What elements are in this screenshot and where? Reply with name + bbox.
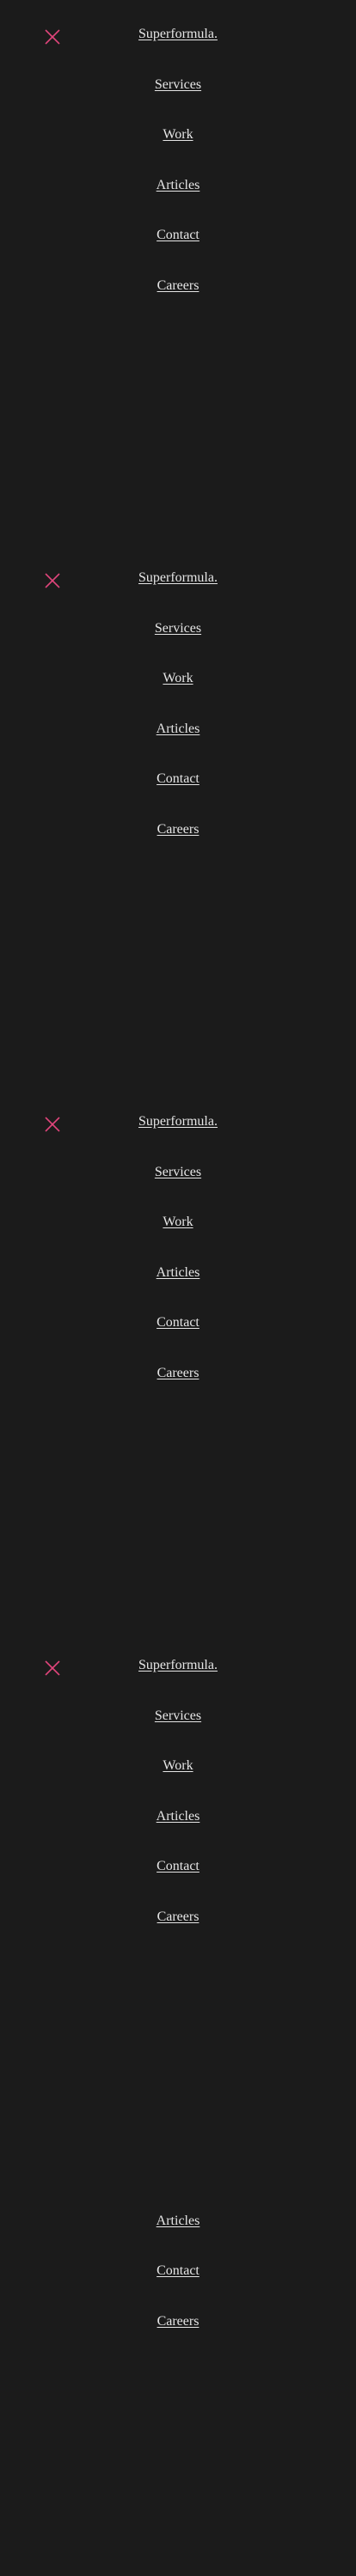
nav-link-work[interactable]: Work: [0, 126, 356, 143]
nav-link-contact[interactable]: Contact: [0, 1314, 356, 1331]
nav-link-work[interactable]: Work: [0, 670, 356, 687]
mobile-menu-panel: Superformula. Services Work Articles Con…: [0, 1631, 356, 2175]
nav-link-work[interactable]: Work: [0, 1757, 356, 1775]
nav-link-work[interactable]: Work: [0, 1214, 356, 1231]
nav-link-contact[interactable]: Contact: [0, 2262, 356, 2280]
nav-link-careers[interactable]: Careers: [0, 821, 356, 838]
nav-link-careers[interactable]: Careers: [0, 1909, 356, 1926]
nav-link-careers[interactable]: Careers: [0, 2313, 356, 2330]
nav-link-contact[interactable]: Contact: [0, 770, 356, 788]
nav-link-careers[interactable]: Careers: [0, 1365, 356, 1382]
brand-link[interactable]: Superformula.: [0, 26, 356, 43]
mobile-menu-panel: Superformula. Services Work Articles Con…: [0, 1087, 356, 1631]
nav-link-articles[interactable]: Articles: [0, 1808, 356, 1825]
nav-link-services[interactable]: Services: [0, 1164, 356, 1181]
nav-link-contact[interactable]: Contact: [0, 227, 356, 244]
nav-link-services[interactable]: Services: [0, 1708, 356, 1725]
nav-link-articles[interactable]: Articles: [0, 2213, 356, 2230]
brand-link[interactable]: Superformula.: [0, 569, 356, 587]
nav-link-articles[interactable]: Articles: [0, 721, 356, 738]
mobile-menu-panel: Articles Contact Careers: [0, 2175, 356, 2576]
mobile-menu-panel: Superformula. Services Work Articles Con…: [0, 544, 356, 1087]
nav-link-services[interactable]: Services: [0, 620, 356, 637]
nav-link-articles[interactable]: Articles: [0, 177, 356, 194]
nav-link-articles[interactable]: Articles: [0, 1264, 356, 1282]
mobile-menu-panel: Superformula. Services Work Articles Con…: [0, 0, 356, 544]
nav-link-contact[interactable]: Contact: [0, 1858, 356, 1875]
nav-link-services[interactable]: Services: [0, 76, 356, 94]
nav-link-careers[interactable]: Careers: [0, 277, 356, 295]
brand-link[interactable]: Superformula.: [0, 1113, 356, 1130]
brand-link[interactable]: Superformula.: [0, 1657, 356, 1674]
